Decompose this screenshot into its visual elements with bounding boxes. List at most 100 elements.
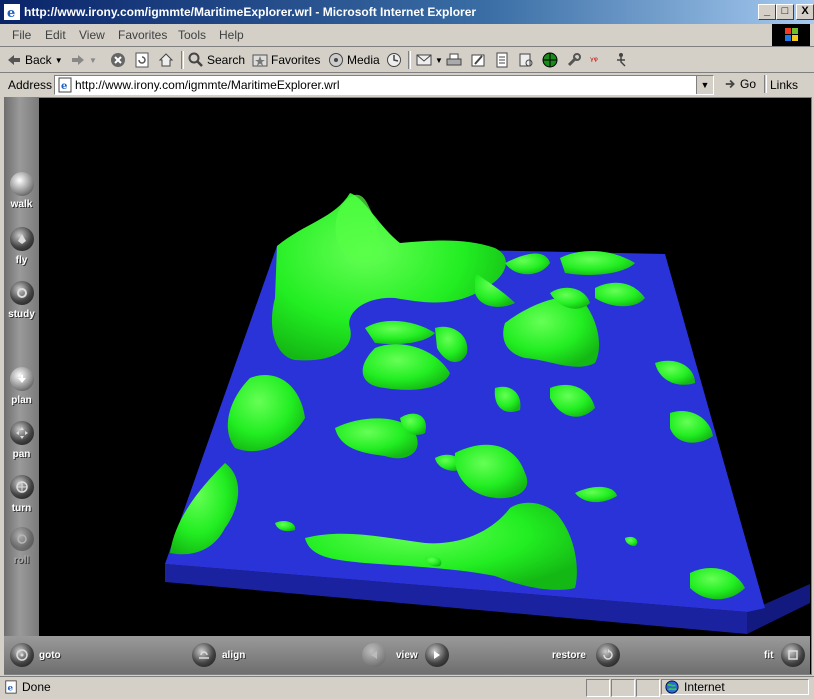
discuss-button[interactable] bbox=[494, 51, 510, 69]
fly-button[interactable] bbox=[10, 227, 34, 251]
address-dropdown-icon[interactable]: ▼ bbox=[696, 76, 713, 94]
view-previous-button[interactable] bbox=[362, 643, 386, 667]
address-input[interactable]: e http://www.irony.com/igmmte/MaritimeEx… bbox=[54, 75, 714, 95]
align-label: align bbox=[222, 650, 246, 661]
discuss-icon bbox=[496, 52, 508, 68]
walk-label: walk bbox=[10, 199, 33, 210]
align-icon bbox=[192, 643, 216, 667]
menu-file[interactable]: File bbox=[12, 28, 31, 42]
address-separator bbox=[764, 75, 767, 93]
pan-label: pan bbox=[12, 449, 31, 460]
menu-view[interactable]: View bbox=[79, 28, 105, 42]
goto-button[interactable] bbox=[10, 643, 34, 667]
go-arrow-icon bbox=[725, 79, 735, 89]
turn-button[interactable] bbox=[10, 475, 34, 499]
search-icon bbox=[188, 52, 203, 67]
goto-icon bbox=[10, 643, 34, 667]
status-bar: e Done Internet bbox=[0, 676, 814, 699]
research-icon bbox=[519, 53, 533, 67]
refresh-icon bbox=[135, 52, 149, 68]
refresh-button[interactable] bbox=[134, 51, 150, 69]
terrain-scene[interactable] bbox=[5, 98, 811, 674]
walk-button[interactable] bbox=[10, 172, 34, 196]
page-done-icon: e bbox=[5, 680, 17, 694]
accessibility-icon bbox=[617, 53, 626, 67]
menu-favorites[interactable]: Favorites bbox=[118, 28, 167, 42]
minimize-button[interactable]: _ bbox=[758, 4, 776, 20]
navigation-sidebar: walk fly study plan pan turn roll bbox=[4, 97, 39, 637]
toolbar-separator bbox=[181, 51, 184, 69]
tools-button[interactable] bbox=[566, 51, 582, 69]
viewer-control-bar: goto align view restore fit bbox=[4, 636, 810, 674]
edit-icon bbox=[471, 54, 485, 67]
fit-label: fit bbox=[764, 650, 774, 661]
menu-edit[interactable]: Edit bbox=[45, 28, 66, 42]
media-icon bbox=[329, 53, 343, 67]
svg-text:ᵞᵠ: ᵞᵠ bbox=[590, 56, 598, 67]
search-label: Search bbox=[207, 53, 246, 67]
status-pane bbox=[636, 679, 660, 697]
fly-icon bbox=[10, 227, 34, 251]
align-button[interactable] bbox=[192, 643, 216, 667]
roll-label: roll bbox=[13, 555, 30, 566]
messenger-button[interactable] bbox=[542, 51, 558, 69]
menu-tools[interactable]: Tools bbox=[178, 28, 206, 42]
walk-icon bbox=[10, 172, 34, 196]
page-icon: e bbox=[58, 77, 72, 93]
address-label: Address bbox=[8, 78, 53, 92]
turn-label: turn bbox=[11, 503, 32, 514]
roll-button[interactable] bbox=[10, 527, 34, 551]
forward-dropdown-icon[interactable]: ▼ bbox=[89, 56, 97, 65]
security-zone-pane: Internet bbox=[661, 679, 809, 695]
svg-text:e: e bbox=[61, 81, 67, 92]
back-button[interactable]: Back ▼ bbox=[6, 51, 63, 69]
standard-toolbar: Back ▼ ▼ Search Favorites Media ▼ ᵞᵠ bbox=[0, 46, 814, 73]
plan-icon bbox=[10, 367, 34, 391]
wrench-icon bbox=[567, 53, 581, 67]
turn-icon bbox=[10, 475, 34, 499]
view-next-button[interactable] bbox=[425, 643, 449, 667]
home-button[interactable] bbox=[158, 51, 174, 69]
edit-button[interactable] bbox=[470, 51, 486, 69]
study-button[interactable] bbox=[10, 281, 34, 305]
accessibility-button[interactable] bbox=[614, 51, 630, 69]
back-dropdown-icon[interactable]: ▼ bbox=[55, 56, 63, 65]
pan-button[interactable] bbox=[10, 421, 34, 445]
view-label: view bbox=[396, 650, 418, 661]
plan-label: plan bbox=[11, 395, 32, 406]
links-button[interactable]: Links bbox=[770, 78, 798, 92]
restore-button[interactable] bbox=[596, 643, 620, 667]
menu-bar: File Edit View Favorites Tools Help bbox=[0, 24, 814, 47]
stop-button[interactable] bbox=[110, 51, 126, 69]
research-button[interactable] bbox=[518, 51, 534, 69]
mail-icon bbox=[416, 54, 432, 66]
svg-text:e: e bbox=[8, 684, 14, 694]
search-button[interactable]: Search bbox=[188, 51, 245, 69]
plan-button[interactable] bbox=[10, 367, 34, 391]
home-icon bbox=[158, 53, 174, 67]
history-button[interactable] bbox=[386, 51, 402, 69]
zone-label: Internet bbox=[684, 680, 725, 694]
maximize-button[interactable]: □ bbox=[776, 4, 794, 20]
fit-button[interactable] bbox=[781, 643, 805, 667]
restore-icon bbox=[596, 643, 620, 667]
previous-view-icon bbox=[362, 643, 386, 667]
media-button[interactable]: Media bbox=[328, 51, 380, 69]
mail-button[interactable]: ▼ bbox=[416, 51, 443, 69]
ie-logo-icon: e bbox=[4, 4, 20, 20]
mail-dropdown-icon[interactable]: ▼ bbox=[435, 56, 443, 65]
history-icon bbox=[387, 53, 401, 67]
related-icon: ᵞᵠ bbox=[590, 56, 598, 67]
favorites-button[interactable]: Favorites bbox=[252, 51, 320, 69]
status-text: Done bbox=[22, 680, 51, 694]
print-button[interactable] bbox=[446, 51, 462, 69]
title-bar[interactable]: e http://www.irony.com/igmmte/MaritimeEx… bbox=[0, 0, 814, 24]
vrml-viewport[interactable] bbox=[4, 97, 812, 675]
windows-logo-icon bbox=[772, 24, 810, 46]
go-button[interactable]: Go bbox=[724, 77, 756, 91]
menu-help[interactable]: Help bbox=[219, 28, 244, 42]
close-button[interactable]: X bbox=[796, 4, 814, 20]
restore-label: restore bbox=[552, 650, 586, 661]
forward-button[interactable]: ▼ bbox=[70, 51, 97, 69]
related-button[interactable]: ᵞᵠ bbox=[590, 51, 606, 69]
